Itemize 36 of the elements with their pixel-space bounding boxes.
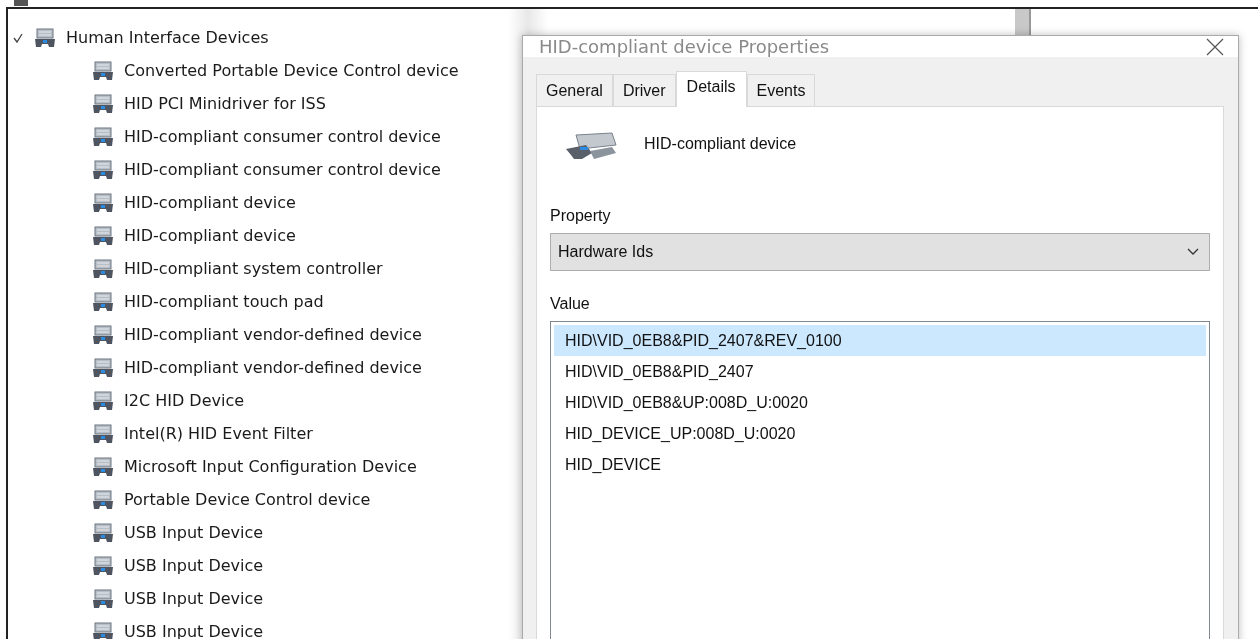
scrollbar-thumb[interactable] [1015,9,1031,37]
chevron-icon[interactable] [12,31,24,44]
tree-item[interactable]: HID-compliant system controller [124,259,383,278]
close-button[interactable] [1206,37,1224,56]
tree-item[interactable]: Microsoft Input Configuration Device [124,457,417,476]
tree-item[interactable]: HID-compliant device [124,193,296,212]
tree-item[interactable]: USB Input Device [124,589,264,608]
device-name: HID-compliant device [644,135,797,153]
chevron-down-icon [1187,248,1199,256]
list-item[interactable]: HID_DEVICE [554,449,1206,480]
property-label: Property [550,207,612,225]
list-item[interactable]: HID\VID_0EB8&UP:008D_U:0020 [554,387,1206,418]
list-item[interactable]: HID_DEVICE_UP:008D_U:0020 [554,418,1206,449]
tree-item[interactable]: Human Interface Devices [66,28,269,47]
tree-item[interactable]: I2C HID Device [124,391,245,410]
tab[interactable]: General [536,74,613,106]
value-label: Value [550,295,591,313]
tree-item[interactable]: Intel(R) HID Event Filter [124,424,313,443]
list-item[interactable]: HID\VID_0EB8&PID_2407&REV_0100 [554,325,1206,356]
tree-item[interactable]: HID-compliant device [124,226,296,245]
tab[interactable]: Driver [612,74,676,106]
tree-item[interactable]: Converted Portable Device Control device [124,61,459,80]
property-dropdown[interactable]: Hardware Ids [550,233,1210,271]
tree-item[interactable]: HID-compliant consumer control device [124,160,441,179]
tree-item[interactable]: HID-compliant vendor-defined device [124,325,422,344]
tree-item[interactable]: USB Input Device [124,523,264,542]
list-item[interactable]: HID\VID_0EB8&PID_2407 [554,356,1206,387]
tree-item[interactable]: HID-compliant vendor-defined device [124,358,422,377]
tree-item[interactable]: HID-compliant touch pad [124,292,324,311]
window-title: HID-compliant device Properties [539,36,830,57]
tab[interactable]: Details [675,71,747,107]
tree-item[interactable]: Portable Device Control device [124,490,371,509]
tree-item[interactable]: HID PCI Minidriver for ISS [124,94,326,113]
tree-item[interactable]: HID-compliant consumer control device [124,127,441,146]
tab[interactable]: Events [746,74,816,106]
tree-item[interactable]: USB Input Device [124,556,264,575]
